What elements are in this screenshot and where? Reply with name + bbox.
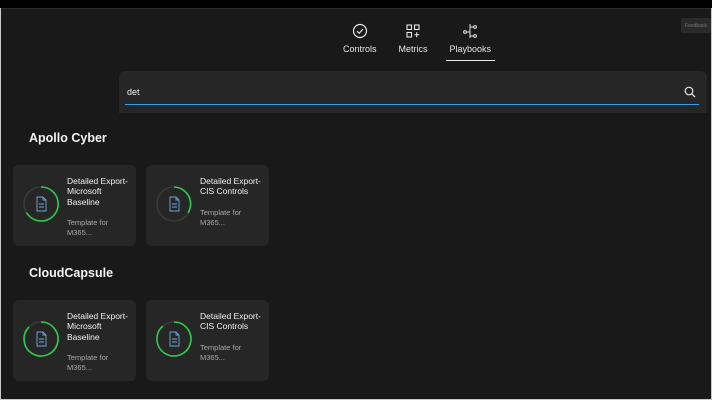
tab-playbooks-label: Playbooks — [449, 44, 492, 54]
card-description: Template for M365... — [200, 343, 242, 362]
branch-icon — [463, 24, 478, 38]
tab-controls[interactable]: Controls — [339, 23, 381, 61]
card-description: Template for M365... — [67, 218, 109, 237]
card-title: Detailed Export-CIS Controls — [200, 311, 261, 332]
tab-metrics[interactable]: Metrics — [395, 23, 432, 61]
group-title-apollo-cyber: Apollo Cyber — [29, 131, 107, 145]
progress-ring-icon — [23, 186, 60, 222]
feedback-button[interactable]: Feedback — [681, 18, 711, 33]
grid-plus-icon — [406, 24, 420, 38]
group-title-cloudcapsule: CloudCapsule — [29, 266, 114, 280]
card-description: Template for M365... — [67, 353, 109, 372]
playbook-card[interactable]: Detailed Export-Microsoft Baseline Templ… — [13, 300, 136, 381]
card-description: Template for M365... — [200, 208, 242, 227]
search-underline — [125, 103, 699, 105]
progress-ring-icon — [156, 321, 192, 357]
tab-playbooks[interactable]: Playbooks — [445, 23, 496, 61]
check-circle-icon — [352, 23, 367, 39]
tab-controls-label: Controls — [343, 44, 377, 54]
card-title: Detailed Export-Microsoft Baseline — [67, 176, 128, 207]
card-title: Detailed Export-CIS Controls — [200, 176, 261, 197]
app-window: Feedback Controls Metrics Playbooks det … — [1, 8, 711, 399]
top-strip — [0, 0, 712, 8]
card-title: Detailed Export-Microsoft Baseline — [67, 311, 128, 342]
search-bar — [119, 71, 707, 113]
playbook-card[interactable]: Detailed Export-CIS Controls Template fo… — [146, 165, 269, 246]
playbook-card[interactable]: Detailed Export-Microsoft Baseline Templ… — [13, 165, 136, 246]
progress-ring-icon — [23, 321, 59, 357]
progress-ring-icon — [156, 186, 192, 222]
tab-metrics-label: Metrics — [398, 44, 428, 54]
search-input[interactable] — [127, 84, 667, 100]
search-icon[interactable] — [684, 86, 696, 98]
playbook-card[interactable]: Detailed Export-CIS Controls Template fo… — [146, 300, 269, 381]
top-navigation: Controls Metrics Playbooks — [339, 23, 496, 63]
